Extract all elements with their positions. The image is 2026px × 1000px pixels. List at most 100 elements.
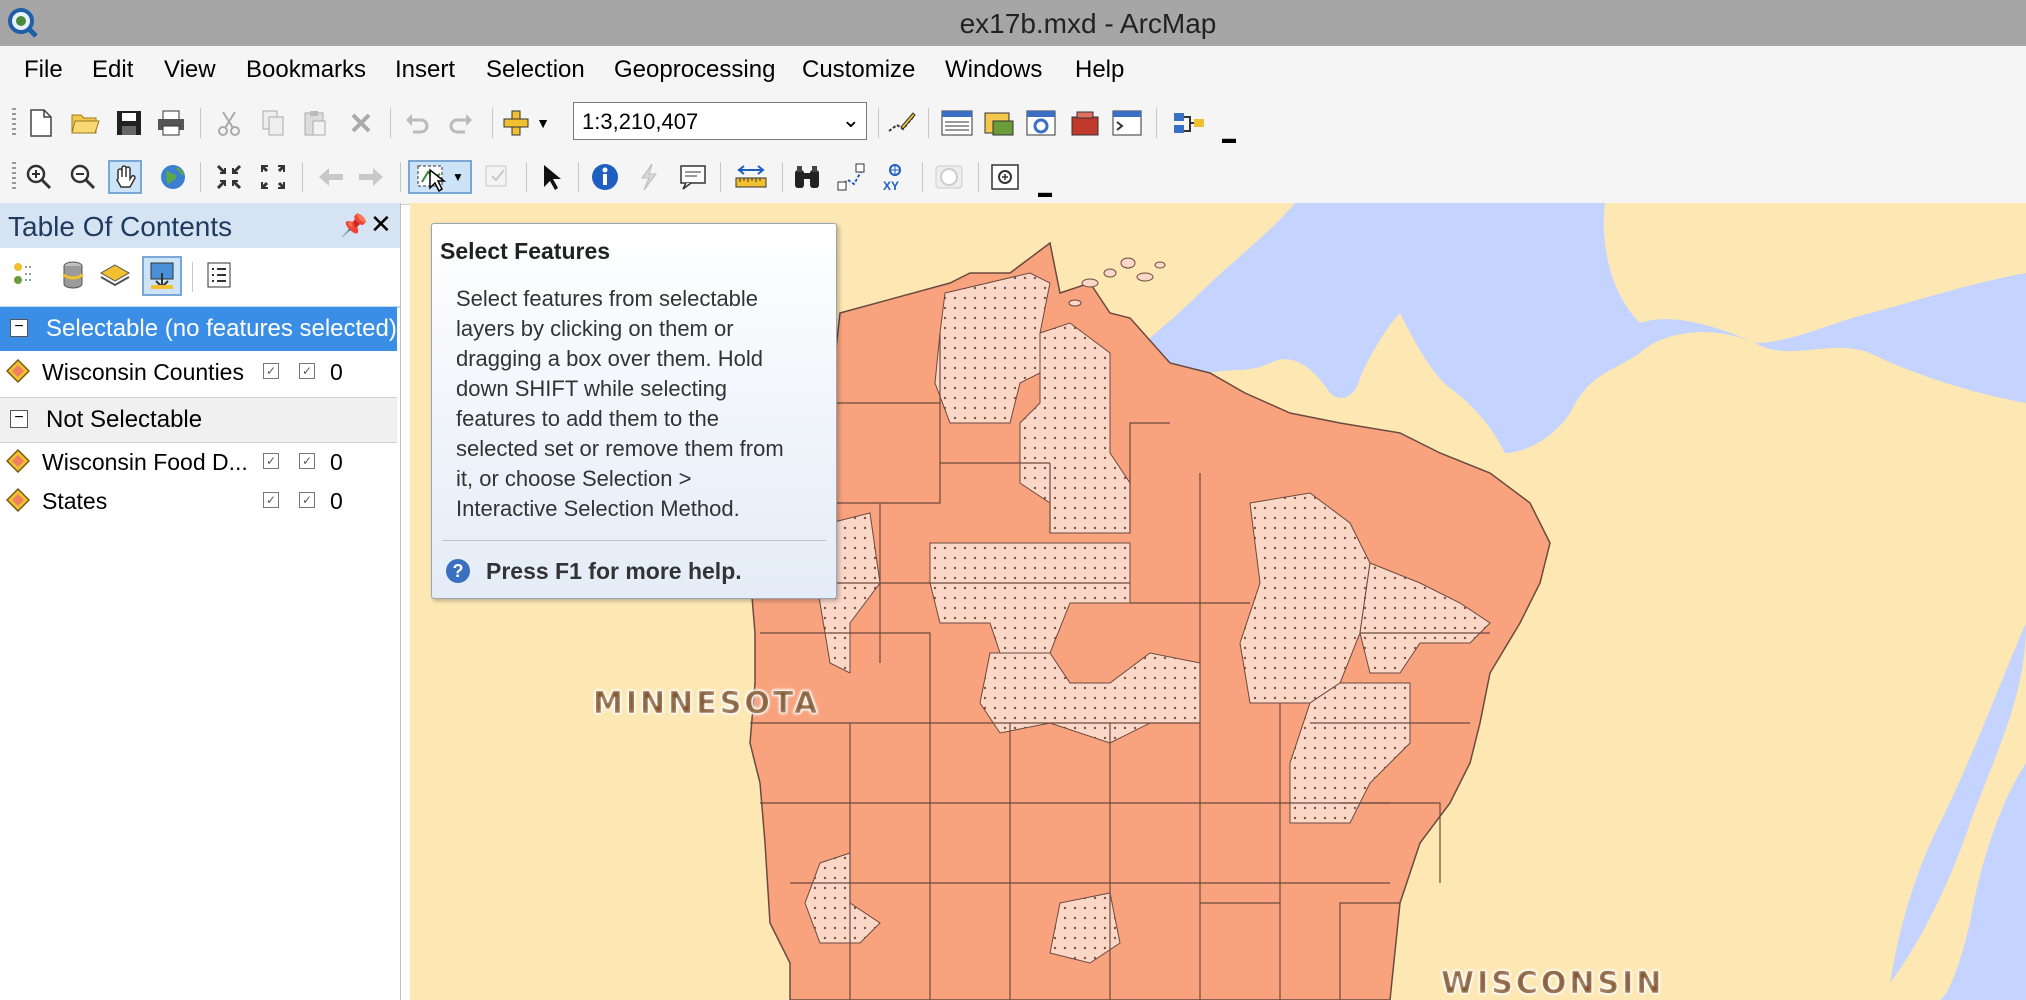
layer-diamond-icon (6, 488, 30, 512)
measure-ruler-icon[interactable] (734, 160, 768, 194)
zoom-in-icon[interactable] (22, 160, 56, 194)
toolbar-overflow-arrow[interactable]: ▬ (1222, 130, 1236, 146)
tooltip-line: dragging a box over them. Hold (456, 346, 763, 371)
menu-insert[interactable]: Insert (395, 56, 455, 84)
tooltip-divider (442, 540, 826, 541)
undo-icon[interactable] (400, 106, 434, 140)
collapse-icon[interactable]: − (10, 319, 28, 337)
tooltip-line: selected set or remove them from (456, 436, 784, 461)
show-selection-checkbox[interactable]: ✓ (299, 453, 315, 469)
arctoolbox-icon[interactable] (1068, 106, 1102, 140)
open-folder-icon[interactable] (68, 106, 102, 140)
list-by-source-icon[interactable] (56, 258, 90, 292)
find-route-icon[interactable] (834, 160, 868, 194)
show-selection-checkbox[interactable]: ✓ (299, 363, 315, 379)
menu-geoprocessing[interactable]: Geoprocessing (614, 56, 775, 84)
tooltip-line: down SHIFT while selecting (456, 376, 728, 401)
show-selection-checkbox[interactable]: ✓ (299, 492, 315, 508)
go-to-xy-icon[interactable]: XY (878, 160, 912, 194)
add-data-icon[interactable] (500, 106, 534, 140)
toolbar-grip[interactable] (12, 108, 16, 138)
group-label: Selectable (no features selected) (46, 315, 397, 342)
menu-bar: File Edit View Bookmarks Insert Selectio… (0, 46, 2026, 96)
list-by-selection-icon[interactable] (142, 256, 182, 296)
list-by-visibility-icon[interactable] (98, 258, 132, 292)
options-list-icon[interactable] (202, 258, 236, 292)
editor-toolbar-icon[interactable] (884, 106, 918, 140)
layer-name: States (42, 488, 108, 514)
fixed-zoom-out-icon[interactable] (256, 160, 290, 194)
toolbar-grip[interactable] (12, 162, 16, 192)
collapse-icon[interactable]: − (10, 410, 28, 428)
map-scale-combobox[interactable]: 1:3,210,407 ⌄ (573, 102, 867, 140)
python-window-icon[interactable] (1110, 106, 1144, 140)
map-scale-value: 1:3,210,407 (582, 109, 699, 134)
selectable-toggle-checkbox[interactable]: ✓ (263, 363, 279, 379)
search-window-icon[interactable] (1024, 106, 1058, 140)
select-features-tooltip: Select Features Select features from sel… (431, 223, 837, 599)
save-icon[interactable] (112, 106, 146, 140)
layer-row-states[interactable]: States ✓ ✓ 0 (0, 482, 397, 520)
cut-icon[interactable] (212, 106, 246, 140)
standard-toolbar: ▼ 1:3,210,407 ⌄ ▬ (0, 96, 2026, 150)
toolbar-overflow-arrow[interactable]: ▬ (1038, 184, 1052, 200)
model-builder-icon[interactable] (1172, 106, 1206, 140)
identify-info-icon[interactable] (588, 160, 622, 194)
paste-icon[interactable] (298, 106, 332, 140)
menu-edit[interactable]: Edit (92, 56, 133, 84)
table-window-icon[interactable] (940, 106, 974, 140)
menu-help[interactable]: Help (1075, 56, 1124, 84)
select-elements-arrow-icon[interactable] (534, 160, 568, 194)
chevron-down-icon[interactable]: ⌄ (842, 107, 860, 133)
menu-selection[interactable]: Selection (486, 56, 585, 84)
layer-diamond-icon (6, 359, 30, 383)
new-document-icon[interactable] (24, 106, 58, 140)
clear-selection-icon[interactable] (480, 160, 514, 194)
menu-file[interactable]: File (24, 56, 63, 84)
html-popup-icon[interactable] (676, 160, 710, 194)
copy-icon[interactable] (256, 106, 290, 140)
tooltip-line: Interactive Selection Method. (456, 496, 740, 521)
find-binoculars-icon[interactable] (790, 160, 824, 194)
go-forward-extent-icon[interactable] (354, 160, 388, 194)
time-slider-icon[interactable] (932, 160, 966, 194)
tooltip-line: it, or choose Selection > (456, 466, 692, 491)
menu-bookmarks[interactable]: Bookmarks (246, 56, 366, 84)
delete-icon[interactable] (344, 106, 378, 140)
hyperlink-lightning-icon[interactable] (632, 160, 666, 194)
selected-count: 0 (330, 449, 343, 475)
menu-customize[interactable]: Customize (802, 56, 915, 84)
layer-row-wisconsin-food-deserts[interactable]: Wisconsin Food D... ✓ ✓ 0 (0, 443, 397, 481)
selectable-toggle-checkbox[interactable]: ✓ (263, 453, 279, 469)
list-by-drawing-order-icon[interactable] (10, 258, 44, 292)
menu-view[interactable]: View (164, 56, 216, 84)
zoom-out-icon[interactable] (66, 160, 100, 194)
toc-title: Table Of Contents (8, 211, 233, 242)
chevron-down-icon[interactable]: ▼ (452, 170, 464, 184)
catalog-icon[interactable] (982, 106, 1016, 140)
tooltip-title: Select Features (440, 238, 611, 264)
redo-icon[interactable] (444, 106, 478, 140)
add-data-dropdown-arrow[interactable]: ▼ (534, 106, 552, 140)
fixed-zoom-in-icon[interactable] (212, 160, 246, 194)
map-label-minnesota: MINNESOTA (593, 686, 820, 721)
group-not-selectable[interactable]: − Not Selectable (0, 397, 397, 443)
map-label-wisconsin: WISCONSIN (1441, 966, 1664, 1000)
create-viewer-window-icon[interactable] (988, 160, 1022, 194)
full-extent-globe-icon[interactable] (156, 160, 190, 194)
group-label: Not Selectable (46, 406, 203, 433)
selectable-toggle-checkbox[interactable]: ✓ (263, 492, 279, 508)
pan-hand-icon[interactable] (108, 160, 142, 194)
go-back-extent-icon[interactable] (314, 160, 348, 194)
layer-row-wisconsin-counties[interactable]: Wisconsin Counties ✓ ✓ 0 (0, 353, 397, 391)
title-bar: ex17b.mxd - ArcMap (0, 0, 2026, 46)
menu-windows[interactable]: Windows (945, 56, 1042, 84)
tooltip-line: Select features from selectable (456, 286, 759, 311)
pin-icon[interactable]: 📌 (340, 213, 367, 239)
layer-diamond-icon (6, 449, 30, 473)
print-icon[interactable] (154, 106, 188, 140)
close-icon[interactable]: ✕ (370, 209, 392, 240)
window-title: ex17b.mxd - ArcMap (959, 8, 1217, 39)
select-features-button[interactable]: ▼ (408, 160, 472, 194)
group-selectable[interactable]: − Selectable (no features selected) (0, 307, 397, 351)
